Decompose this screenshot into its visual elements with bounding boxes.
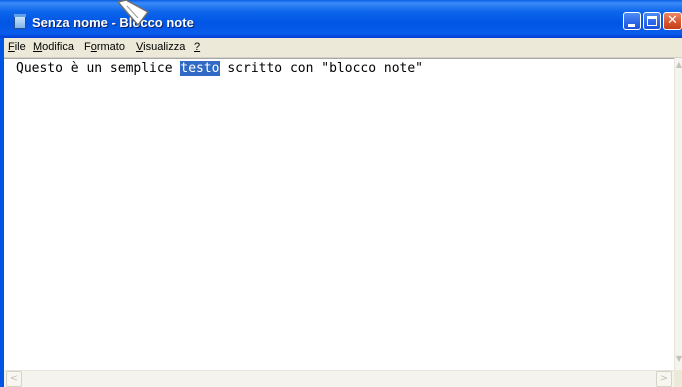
menu-formato[interactable]: Formato — [84, 41, 125, 53]
editor-text-line: Questo è un semplice testo scritto con "… — [16, 61, 423, 76]
notepad-window: Senza nome - Blocco note ✕ File Modifica… — [0, 0, 682, 387]
text-before-selection: Questo è un semplice — [16, 61, 181, 76]
selected-text: testo — [180, 61, 220, 76]
text-editor[interactable]: Questo è un semplice testo scritto con "… — [4, 58, 682, 387]
notepad-icon[interactable] — [14, 14, 26, 29]
resize-grip[interactable] — [674, 370, 682, 387]
close-button[interactable]: ✕ — [663, 12, 682, 30]
close-icon: ✕ — [667, 13, 678, 28]
scroll-down-icon[interactable]: ▼ — [675, 354, 682, 368]
menu-file[interactable]: File — [8, 41, 26, 53]
menu-help[interactable]: ? — [194, 41, 200, 53]
scroll-left-icon[interactable]: < — [6, 371, 22, 387]
window-title: Senza nome - Blocco note — [32, 15, 194, 30]
menu-visualizza[interactable]: Visualizza — [136, 41, 185, 53]
menu-modifica[interactable]: Modifica — [33, 41, 74, 53]
scroll-right-icon[interactable]: > — [656, 371, 672, 387]
horizontal-scrollbar[interactable]: < > — [4, 370, 674, 387]
scroll-up-icon[interactable]: ▲ — [675, 60, 682, 74]
menu-bar: File Modifica Formato Visualizza ? — [4, 38, 682, 58]
minimize-icon — [628, 24, 635, 27]
minimize-button[interactable] — [623, 12, 641, 30]
title-bar[interactable]: Senza nome - Blocco note ✕ — [0, 0, 682, 38]
maximize-button[interactable] — [643, 12, 661, 30]
vertical-scrollbar[interactable]: ▲ ▼ — [674, 58, 682, 370]
text-after-selection: scritto con "blocco note" — [219, 61, 424, 76]
maximize-icon — [647, 16, 657, 26]
